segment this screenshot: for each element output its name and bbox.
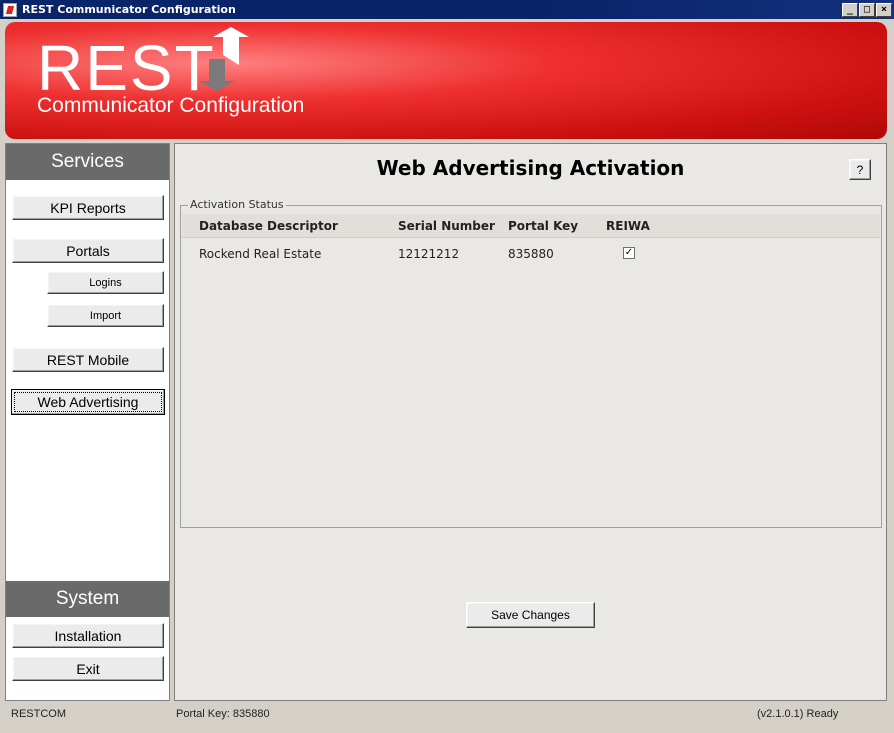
title-bar: REST Communicator Configuration _ □ × [0,0,894,19]
system-header: System [6,581,169,617]
column-header-database-descriptor[interactable]: Database Descriptor [199,219,338,233]
portals-button[interactable]: Portals [12,238,164,263]
logins-button[interactable]: Logins [47,271,164,294]
window-controls: _ □ × [842,2,892,17]
maximize-button[interactable]: □ [859,2,875,17]
minimize-button[interactable]: _ [842,2,858,17]
column-header-portal-key[interactable]: Portal Key [508,219,578,233]
sidebar: Services KPI Reports Portals Logins Impo… [5,143,170,701]
status-version: (v2.1.0.1) Ready [757,708,839,720]
database-descriptor-cell: Rockend Real Estate [199,247,322,261]
main-panel: Web Advertising Activation ? Activation … [174,143,887,701]
help-button[interactable]: ? [849,159,871,180]
kpi-reports-button[interactable]: KPI Reports [12,195,164,220]
column-header-serial-number[interactable]: Serial Number [398,219,495,233]
rest-mobile-button[interactable]: REST Mobile [12,347,164,372]
import-button[interactable]: Import [47,304,164,327]
save-changes-button[interactable]: Save Changes [466,602,595,628]
up-down-arrows-icon [199,27,249,91]
reiwa-checkbox[interactable]: ✓ [623,247,635,259]
status-app-name: RESTCOM [11,708,66,720]
page-title: Web Advertising Activation [376,156,685,180]
serial-number-cell: 12121212 [398,247,460,261]
table-header: Database Descriptor Serial Number Portal… [182,214,880,238]
app-icon [3,2,17,17]
close-button[interactable]: × [876,2,892,17]
services-header: Services [6,144,169,180]
installation-button[interactable]: Installation [12,623,164,648]
header-banner: REST Communicator Configuration [5,22,887,139]
group-label: Activation Status [188,198,286,211]
table-row[interactable]: Rockend Real Estate 12121212 835880 ✓ [182,239,880,267]
status-portal-key: Portal Key: 835880 [176,708,270,720]
web-advertising-button[interactable]: Web Advertising [11,389,165,415]
column-header-reiwa[interactable]: REIWA [606,219,650,233]
banner-subtitle: Communicator Configuration [37,94,305,117]
window-title: REST Communicator Configuration [22,3,236,16]
exit-button[interactable]: Exit [12,656,164,681]
activation-status-group: Activation Status Database Descriptor Se… [180,198,882,528]
portal-key-cell: 835880 [508,247,554,261]
